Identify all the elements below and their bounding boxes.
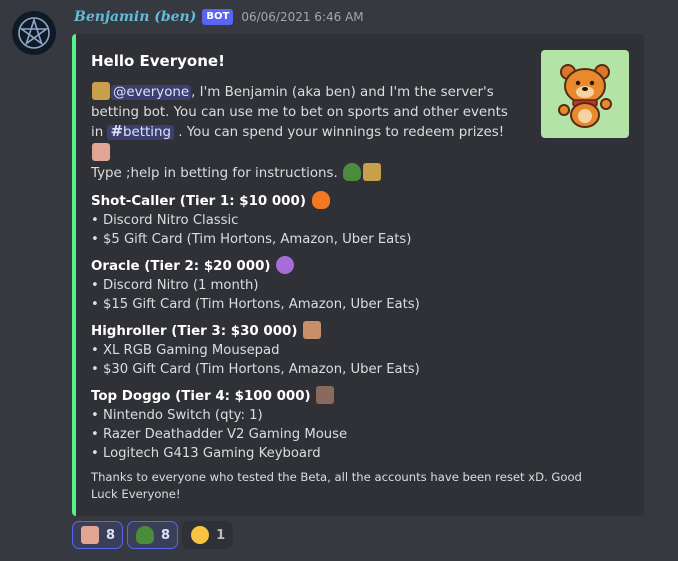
tier-4-name: Top Doggo (Tier 4: $100 000) xyxy=(91,385,521,406)
bot-badge: BOT xyxy=(202,9,234,25)
frog-emoji-icon xyxy=(136,526,155,544)
reaction-disappointed[interactable]: 1 xyxy=(182,521,234,549)
channel-name: betting xyxy=(123,125,171,140)
tier-4-item: • Logitech G413 Gaming Keyboard xyxy=(91,445,321,461)
crystal-ball-emoji-icon xyxy=(276,255,295,274)
message-embed: Hello Everyone! @everyone, I'm Benjamin … xyxy=(72,34,644,516)
tier-2-item: • $15 Gift Card (Tim Hortons, Amazon, Ub… xyxy=(91,296,420,312)
tier-field: Highroller (Tier 3: $30 000) • XL RGB Ga… xyxy=(91,320,521,379)
reaction-face[interactable]: 8 xyxy=(72,521,124,549)
bear-mascot-icon xyxy=(558,64,612,128)
pentagram-avatar-icon xyxy=(18,17,50,49)
face-emoji-icon xyxy=(92,142,110,161)
reaction-count: 8 xyxy=(161,527,171,543)
tier-4-item: • Razer Deathadder V2 Gaming Mouse xyxy=(91,426,348,442)
message-header: Benjamin (ben) BOT 06/06/2021 6:46 AM xyxy=(74,9,364,25)
tier-1-item: • $5 Gift Card (Tim Hortons, Amazon, Ube… xyxy=(91,231,412,247)
embed-thumbnail[interactable] xyxy=(541,50,629,138)
tier-field: Shot-Caller (Tier 1: $10 000) • Discord … xyxy=(91,190,521,249)
reaction-frog[interactable]: 8 xyxy=(127,521,179,549)
tier-2-name: Oracle (Tier 2: $20 000) xyxy=(91,255,521,276)
author-name[interactable]: Benjamin (ben) xyxy=(74,9,196,25)
face-emoji-icon xyxy=(81,526,99,544)
embed-title: Hello Everyone! xyxy=(91,52,225,70)
bot-avatar[interactable] xyxy=(12,11,56,55)
betting-channel-link[interactable]: #betting xyxy=(107,122,174,140)
message-timestamp[interactable]: 06/06/2021 6:46 AM xyxy=(241,10,363,24)
channel-hash-icon: # xyxy=(110,122,124,140)
desc-text-2: . You can spend your winnings to redeem … xyxy=(178,125,505,140)
dog-emoji-icon xyxy=(316,385,335,404)
embed-content: Hello Everyone! @everyone, I'm Benjamin … xyxy=(91,51,582,503)
embed-footer-note: Thanks to everyone who tested the Beta, … xyxy=(91,469,582,501)
embed-description: @everyone, I'm Benjamin (aka ben) and I'… xyxy=(91,82,521,184)
reactions-bar: 8 8 1 xyxy=(72,521,234,549)
reaction-count: 1 xyxy=(216,527,226,543)
tier-3-item: • $30 Gift Card (Tim Hortons, Amazon, Ub… xyxy=(91,361,420,377)
tier-3-name: Highroller (Tier 3: $30 000) xyxy=(91,320,521,341)
money-bag-emoji-icon xyxy=(363,163,381,181)
reaction-count: 8 xyxy=(106,527,116,543)
pepe-emoji-icon xyxy=(343,163,361,181)
tier-1-item: • Discord Nitro Classic xyxy=(91,212,239,228)
face-emoji-icon xyxy=(303,320,322,339)
tier-field: Top Doggo (Tier 4: $100 000) • Nintendo … xyxy=(91,385,521,463)
tier-1-name: Shot-Caller (Tier 1: $10 000) xyxy=(91,190,521,211)
tier-field: Oracle (Tier 2: $20 000) • Discord Nitro… xyxy=(91,255,521,314)
disappointed-face-emoji-icon xyxy=(191,526,210,544)
desc-text-3: Type ;help in betting for instructions. xyxy=(91,166,338,181)
everyone-mention[interactable]: @everyone xyxy=(111,85,192,100)
tier-3-item: • XL RGB Gaming Mousepad xyxy=(91,342,280,358)
fire-emoji-icon xyxy=(311,190,330,209)
tier-4-item: • Nintendo Switch (qty: 1) xyxy=(91,407,263,423)
tier-2-item: • Discord Nitro (1 month) xyxy=(91,277,259,293)
money-bag-emoji-icon xyxy=(92,82,110,100)
